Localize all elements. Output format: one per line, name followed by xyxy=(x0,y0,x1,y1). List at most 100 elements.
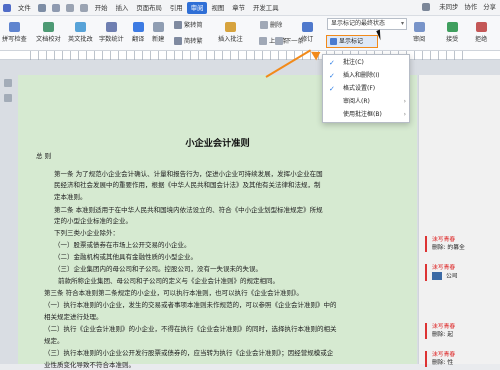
section-heading: 总 则 xyxy=(36,152,52,160)
trad-simp-button[interactable]: 繁转简 xyxy=(174,20,203,29)
menu-reviewers[interactable]: 审阅人(R) xyxy=(323,96,411,108)
revision-card-3[interactable]: 沫写青春 删除: 起 xyxy=(425,323,499,339)
trad-simp-label: 繁转简 xyxy=(184,22,203,29)
insert-comment-button[interactable]: 插入批注 xyxy=(218,22,243,43)
menu-icon[interactable] xyxy=(3,3,11,12)
doc-line-5: 定的小型企业标准的企业。 xyxy=(54,217,132,225)
new-label: 新建 xyxy=(152,36,165,43)
doc-line-2: 民经济和社会发展中的重要作用，根据《中华人民共和国会计法》及其他有关法律和法规，… xyxy=(54,181,321,189)
revision-action-2: 公司 xyxy=(432,272,499,281)
doc-line-13: 相关规定进行处理。 xyxy=(44,313,103,321)
revision-author-3: 沫写青春 xyxy=(432,324,456,330)
insert-comment-icon xyxy=(224,22,236,32)
file-menu[interactable]: 文件 xyxy=(14,2,35,14)
new-comment-button[interactable]: 新建 xyxy=(152,22,164,43)
left-tools xyxy=(0,76,18,364)
english-correction-button[interactable]: 英文批改 xyxy=(68,22,93,43)
proofread-button[interactable]: 文档校对 xyxy=(36,22,61,43)
menu-insert[interactable]: 插入 xyxy=(112,2,133,14)
menu-layout[interactable]: 页面布局 xyxy=(132,2,166,14)
spell-check-button[interactable]: 拼写检查 xyxy=(2,22,27,43)
share-button[interactable]: 分享 xyxy=(483,2,496,11)
simp-trad-button[interactable]: 简转繁 xyxy=(174,36,203,45)
simp-trad-label: 简转繁 xyxy=(184,38,203,45)
translate-label: 翻译 xyxy=(132,36,145,43)
menu-review[interactable]: 审阅 xyxy=(186,1,208,14)
insert-comment-label: 插入批注 xyxy=(218,36,243,43)
menu-reference[interactable]: 引用 xyxy=(166,2,187,14)
track-changes-button[interactable]: 修订 xyxy=(301,22,313,43)
collab-button[interactable]: 协作 xyxy=(464,2,477,11)
doc-line-8: （二）金融机构或其他具有金融性质的小型企业。 xyxy=(54,253,197,261)
delete-label: 删除 xyxy=(270,22,283,29)
menu-insertions-deletions[interactable]: 插入和删除(I) xyxy=(323,70,411,82)
revision-action-3: 删除: 起 xyxy=(432,332,454,338)
track-changes-icon xyxy=(301,22,313,32)
print-icon[interactable] xyxy=(51,3,60,12)
menu-developer[interactable]: 开发工具 xyxy=(249,2,283,14)
menu-use-balloons[interactable]: 使用批注框(B) xyxy=(323,109,411,121)
show-markup-label: 显示标记 xyxy=(339,38,364,45)
titlebar-right-tools: 未同步 协作 分享 xyxy=(419,2,496,11)
review-pane-label: 审阅 xyxy=(413,36,426,43)
menu-section[interactable]: 章节 xyxy=(228,2,249,14)
revision-card-4[interactable]: 沫写青春 删除: 性 xyxy=(425,351,499,367)
revision-action-4: 删除: 性 xyxy=(432,360,454,366)
doc-line-16: （三）执行本准则的小企业公开发行股票或债券的，应当转为执行《企业会计准则》；因经… xyxy=(44,349,334,357)
left-tool-icon-1[interactable] xyxy=(4,79,12,87)
redo-icon[interactable] xyxy=(79,3,88,12)
menu-comments[interactable]: 批注(C) xyxy=(323,57,411,69)
revision-card-2[interactable]: 沫写青春 公司 xyxy=(425,264,499,281)
doc-line-7: （一）股票或债券在市场上公开交易的小企业。 xyxy=(54,241,191,249)
word-count-button[interactable]: 字数统计 xyxy=(99,22,124,43)
review-ribbon: 拼写检查 文档校对 英文批改 字数统计 翻译 新建 繁转简 简转繁 插入批注 删… xyxy=(0,16,500,51)
left-tool-icon-2[interactable] xyxy=(4,94,12,102)
document-title: 小企业会计准则 xyxy=(185,138,250,149)
doc-line-4: 第二条 本准则适用于在中华人民共和国境内依法设立的、符合《中小企业划型标准规定》… xyxy=(54,206,323,214)
menu-start[interactable]: 开始 xyxy=(91,2,112,14)
cloud-status[interactable]: 未同步 xyxy=(439,2,458,11)
show-markup-icon xyxy=(330,38,337,45)
next-comment-button[interactable]: 下一条 xyxy=(275,36,304,45)
next-icon xyxy=(275,36,283,45)
translate-icon xyxy=(132,22,144,32)
search-icon[interactable] xyxy=(422,2,431,11)
accept-label: 接受 xyxy=(446,36,459,43)
trad-simp-icon xyxy=(174,20,182,29)
reject-icon xyxy=(475,22,487,32)
spell-check-icon xyxy=(8,22,20,32)
doc-line-11: 第三条 符合本准则第二条规定的小企业，可以执行本准则，也可以执行《企业会计准则》… xyxy=(44,289,303,297)
menu-formatting[interactable]: 格式设置(F) xyxy=(323,83,411,95)
revision-author-2: 沫写青春 xyxy=(432,265,456,271)
ruler xyxy=(0,51,500,60)
reject-label: 拒绝 xyxy=(475,36,488,43)
english-correction-label: 英文批改 xyxy=(68,36,93,43)
previous-icon xyxy=(259,36,267,45)
revision-author-4: 沫写青春 xyxy=(432,352,456,358)
track-changes-label: 修订 xyxy=(301,36,314,43)
revision-action-1: 删除: 的篡全 xyxy=(432,245,465,251)
word-count-label: 字数统计 xyxy=(99,36,124,43)
doc-line-6: 下列三类小企业除外： xyxy=(54,229,119,237)
accept-button[interactable]: 接受 xyxy=(446,22,458,43)
doc-line-3: 定本准则。 xyxy=(54,193,87,201)
doc-line-9: （三）企业集团内的母公司和子公司。控股公司，没有一失误未的失误。 xyxy=(54,265,262,273)
revision-card-1[interactable]: 沫写青春 删除: 的篡全 xyxy=(425,236,499,252)
translate-button[interactable]: 翻译 xyxy=(132,22,144,43)
menu-view[interactable]: 视图 xyxy=(207,2,228,14)
review-pane-button[interactable]: 审阅 xyxy=(413,22,425,43)
revision-author-1: 沫写青春 xyxy=(432,237,456,243)
doc-line-15: 规定。 xyxy=(44,337,64,345)
markup-view-select[interactable]: 显示标记的最终状态 xyxy=(327,18,407,30)
review-pane-icon xyxy=(413,22,425,32)
show-markup-button[interactable]: 显示标记 xyxy=(326,35,378,48)
save-icon[interactable] xyxy=(37,3,46,12)
reject-button[interactable]: 拒绝 xyxy=(475,22,487,43)
word-count-icon xyxy=(105,22,117,32)
accept-icon xyxy=(446,22,458,32)
doc-line-12: （一）执行本准则的小企业，发生的交易或者事项本准则未作规范的，可以参照《企业会计… xyxy=(44,301,337,309)
proofread-label: 文档校对 xyxy=(36,36,61,43)
undo-icon[interactable] xyxy=(65,3,74,12)
doc-line-10: 前款所称企业集团、母公司和子公司的定义与《企业会计准则》的规定相同。 xyxy=(58,277,279,285)
delete-comment-button[interactable]: 删除 xyxy=(260,20,282,29)
